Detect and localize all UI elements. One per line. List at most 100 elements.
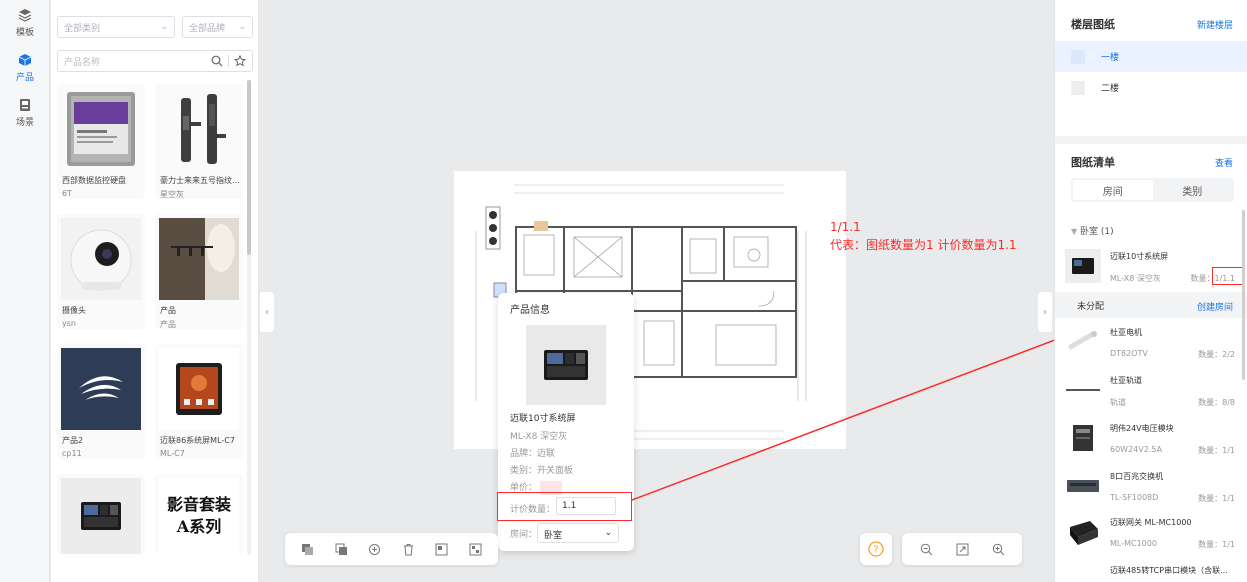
product-image-logo bbox=[61, 348, 141, 430]
item-name: 迈联10寸系统屏 bbox=[1110, 252, 1169, 261]
floors-title: 楼层图纸 bbox=[1071, 18, 1115, 31]
collapse-left-button[interactable]: ‹ bbox=[260, 292, 274, 332]
item-model: 60W24V2.5A bbox=[1110, 445, 1162, 454]
product-card[interactable]: 西部数据监控硬盘 6T bbox=[57, 84, 145, 199]
room-select[interactable]: 卧室 ⌄ bbox=[537, 523, 619, 543]
item-model: ML-X8 深空灰 bbox=[1110, 274, 1161, 283]
popup-product-model: ML-X8 深空灰 bbox=[510, 432, 568, 442]
zoom-out-icon[interactable] bbox=[916, 539, 936, 559]
scrollbar-thumb[interactable] bbox=[247, 80, 251, 255]
left-nav: 模板 产品 场景 bbox=[0, 0, 50, 582]
help-icon[interactable]: ? bbox=[866, 539, 886, 559]
floor-thumbnail bbox=[1071, 80, 1085, 95]
product-card[interactable]: 豪力士来来五号指纹... 星空灰 bbox=[155, 84, 243, 199]
group-bedroom-label: 卧室 (1) bbox=[1080, 227, 1114, 237]
product-name: 迈联86系统屏ML-C7 bbox=[160, 436, 235, 445]
bring-front-icon[interactable] bbox=[298, 539, 318, 559]
list-tabs: 房间 类别 bbox=[1071, 178, 1234, 202]
floor-item-1[interactable]: 一楼 bbox=[1055, 41, 1247, 72]
product-logo-text: 影音套装 A系列 bbox=[159, 478, 239, 554]
list-item[interactable]: 迈联10寸系统屏 ML-X8 深空灰 数量：1/1.1 bbox=[1065, 247, 1235, 293]
zoom-in-icon[interactable] bbox=[988, 539, 1008, 559]
nav-label: 模板 bbox=[15, 27, 34, 38]
chevron-left-icon: ‹ bbox=[265, 306, 269, 318]
item-thumbnail bbox=[1065, 373, 1101, 407]
edit-toolbar bbox=[285, 533, 498, 565]
nav-label: 产品 bbox=[15, 72, 34, 83]
product-sub: 星空灰 bbox=[160, 190, 184, 199]
delete-icon[interactable] bbox=[398, 539, 418, 559]
popup-product-name: 迈联10寸系统屏 bbox=[510, 414, 576, 424]
right-scrollbar[interactable] bbox=[1242, 210, 1245, 380]
popup-product-brand: 品牌：迈联 bbox=[510, 449, 556, 459]
floor-thumbnail bbox=[1071, 49, 1085, 64]
product-sub: ysn bbox=[62, 319, 76, 328]
list-item[interactable]: 杜亚轨道 轨道 数量：8/8 bbox=[1065, 371, 1235, 417]
product-sub: 6T bbox=[62, 189, 72, 198]
list-title: 图纸清单 bbox=[1071, 156, 1115, 169]
layers-icon bbox=[18, 8, 32, 22]
star-icon[interactable] bbox=[234, 55, 246, 67]
annotation-line-1: 1/1.1 bbox=[830, 220, 861, 234]
group-bedroom[interactable]: ▼ 卧室 (1) bbox=[1071, 224, 1114, 237]
distribute-icon[interactable] bbox=[465, 539, 485, 559]
nav-item-scenes[interactable]: 场景 bbox=[0, 90, 50, 135]
nav-item-templates[interactable]: 模板 bbox=[0, 0, 50, 45]
highlight-box-qty bbox=[497, 492, 632, 521]
create-room-link[interactable]: 创建房间 bbox=[1197, 300, 1233, 313]
zoom-toolbar bbox=[902, 533, 1022, 565]
list-item[interactable]: 迈联485转TCP串口模块（含联... bbox=[1065, 561, 1235, 582]
cube-icon bbox=[18, 53, 32, 66]
product-card[interactable]: 迈联86系统屏ML-C7 ML-C7 bbox=[155, 344, 243, 459]
search-icon[interactable] bbox=[211, 55, 223, 67]
room-select-value: 卧室 bbox=[544, 531, 563, 541]
red-annotation: 1/1.1 代表：图纸数量为1 计价数量为1.1 bbox=[830, 218, 1017, 254]
align-icon[interactable] bbox=[432, 539, 452, 559]
popup-room-label: 房间： bbox=[510, 530, 538, 540]
popup-product-image bbox=[526, 325, 606, 405]
list-item[interactable]: 杜亚电机 DT82OTV 数量：2/2 bbox=[1065, 323, 1235, 369]
item-thumbnail bbox=[1065, 515, 1101, 549]
product-image-panel86 bbox=[159, 348, 239, 430]
tab-room[interactable]: 房间 bbox=[1073, 180, 1153, 200]
fit-screen-icon[interactable] bbox=[952, 539, 972, 559]
product-sub: ML-C7 bbox=[160, 449, 185, 458]
brand-select[interactable]: 全部品牌 ⌄ bbox=[182, 16, 253, 38]
item-qty: 数量：1/1 bbox=[1198, 446, 1235, 455]
chevron-right-icon: › bbox=[1043, 306, 1047, 318]
product-card[interactable]: 产品 产品 bbox=[155, 214, 243, 329]
section-divider bbox=[1055, 136, 1247, 144]
copy-icon[interactable] bbox=[365, 539, 385, 559]
floor-item-2[interactable]: 二楼 bbox=[1055, 72, 1247, 103]
item-model: TL-SF1008D bbox=[1110, 493, 1159, 502]
new-floor-link[interactable]: 新建楼层 bbox=[1197, 18, 1233, 31]
product-card[interactable]: 影音套装 A系列 bbox=[155, 474, 243, 554]
list-item[interactable]: 明伟24V电压模块 60W24V2.5A 数量：1/1 bbox=[1065, 419, 1235, 465]
category-select[interactable]: 全部类别 ⌄ bbox=[57, 16, 175, 38]
product-card[interactable]: 产品2 cp11 bbox=[57, 344, 145, 459]
caret-down-icon: ▼ bbox=[1071, 227, 1078, 236]
product-name: 摄像头 bbox=[62, 306, 86, 315]
item-qty: 数量：1/1 bbox=[1198, 540, 1235, 549]
popup-product-category: 类别：开关面板 bbox=[510, 466, 574, 476]
product-scrollbar[interactable] bbox=[247, 80, 251, 555]
chevron-down-icon: ⌄ bbox=[160, 22, 168, 32]
view-link[interactable]: 查看 bbox=[1215, 156, 1233, 169]
item-thumbnail bbox=[1065, 421, 1101, 455]
collapse-right-button[interactable]: › bbox=[1038, 292, 1052, 332]
product-card[interactable]: 摄像头 ysn bbox=[57, 214, 145, 329]
product-search-input[interactable]: 产品名称 bbox=[57, 50, 253, 72]
list-item[interactable]: 迈联网关 ML-MC1000 ML-MC1000 数量：1/1 bbox=[1065, 513, 1235, 559]
group-unassigned[interactable]: 未分配 bbox=[1077, 299, 1104, 312]
chevron-down-icon: ⌄ bbox=[238, 22, 246, 32]
nav-item-products[interactable]: 产品 bbox=[0, 45, 50, 90]
item-name: 杜亚电机 bbox=[1110, 328, 1142, 337]
send-back-icon[interactable] bbox=[331, 539, 351, 559]
list-item[interactable]: 8口百兆交换机 TL-SF1008D 数量：1/1 bbox=[1065, 467, 1235, 513]
product-sub: 产品 bbox=[160, 320, 176, 329]
product-card[interactable] bbox=[57, 474, 145, 554]
item-thumbnail bbox=[1065, 325, 1101, 359]
floor-label: 一楼 bbox=[1101, 53, 1120, 63]
tab-category[interactable]: 类别 bbox=[1153, 180, 1233, 200]
item-thumbnail bbox=[1065, 469, 1101, 503]
